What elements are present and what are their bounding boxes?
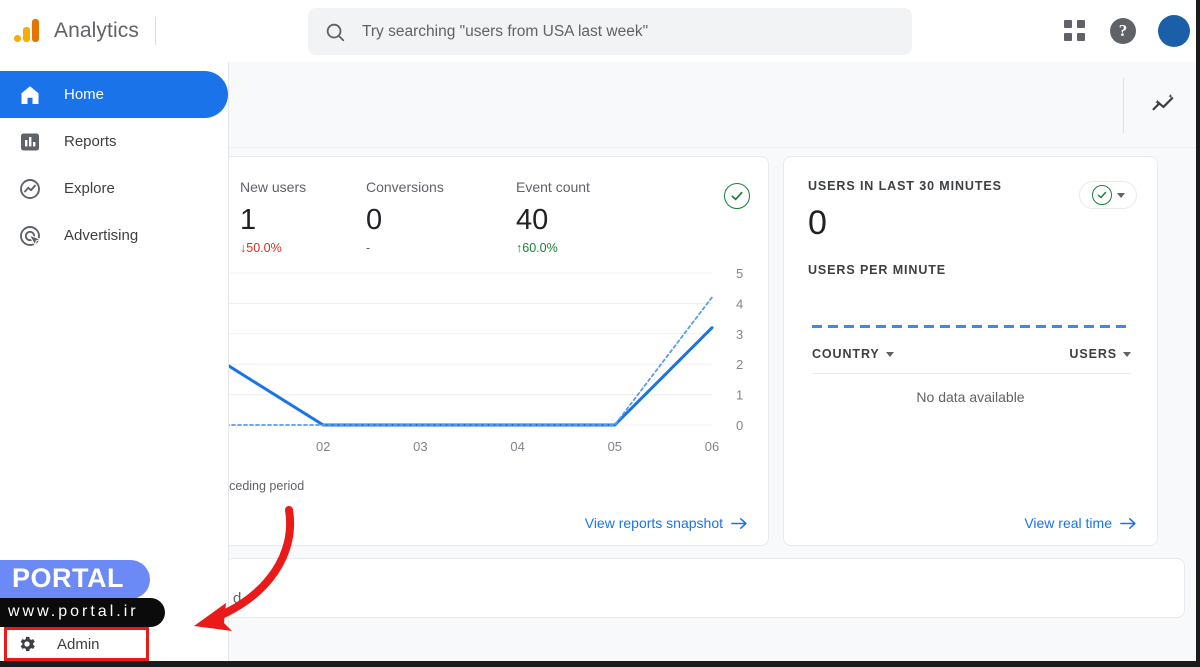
svg-text:3: 3 — [736, 327, 743, 342]
insights-sparkle-trend-icon[interactable] — [1150, 90, 1178, 118]
metric-event-count: Event count 40 ↑60.0% — [516, 179, 672, 255]
metric-conversions: Conversions 0 - — [366, 179, 516, 255]
apps-grid-icon[interactable] — [1064, 20, 1086, 42]
svg-text:06: 06 — [705, 439, 719, 454]
arrow-right-icon — [1120, 516, 1137, 531]
metric-new-users: New users 1 ↓50.0% — [229, 179, 366, 255]
analytics-bars-icon — [12, 16, 42, 46]
view-real-time-link[interactable]: View real time — [1024, 515, 1137, 531]
dashboard-cards-row: New users 1 ↓50.0% Conversions 0 - Event… — [229, 148, 1200, 546]
svg-text:03: 03 — [413, 439, 427, 454]
svg-text:0: 0 — [736, 418, 743, 433]
realtime-table-header: COUNTRY USERS — [812, 347, 1131, 374]
top-bar-actions: ? — [1064, 0, 1190, 62]
gear-icon — [17, 634, 37, 654]
chevron-down-icon — [1123, 352, 1131, 357]
sidebar-item-home[interactable]: Home — [0, 71, 228, 118]
screenshot-border-right — [1196, 0, 1200, 667]
chevron-down-icon — [1117, 193, 1125, 198]
link-label: View reports snapshot — [585, 515, 723, 531]
sidebar-item-label: Advertising — [64, 227, 138, 244]
lower-panel-text: d — [233, 590, 241, 607]
content-header — [229, 62, 1200, 148]
search-bar[interactable] — [308, 8, 912, 55]
watermark-url: www.portal.ir — [0, 598, 165, 627]
metric-value: 40 — [516, 203, 672, 237]
chart-legend: receding period — [229, 479, 768, 493]
brand-area[interactable]: Analytics — [0, 16, 139, 46]
column-header-country[interactable]: COUNTRY — [812, 347, 894, 361]
sidebar-item-explore[interactable]: Explore — [0, 165, 228, 212]
view-reports-snapshot-link[interactable]: View reports snapshot — [585, 515, 748, 531]
metric-value: 1 — [240, 203, 366, 237]
users-line-chart: 5 4 3 2 1 0 02 03 04 05 06 — [229, 267, 768, 467]
search-input[interactable] — [362, 23, 896, 41]
realtime-card: USERS IN LAST 30 MINUTES 0 USERS PER MIN… — [783, 156, 1158, 546]
reports-snapshot-card: New users 1 ↓50.0% Conversions 0 - Event… — [229, 156, 769, 546]
app-title: Analytics — [54, 19, 139, 43]
svg-text:04: 04 — [510, 439, 524, 454]
column-label: USERS — [1069, 347, 1117, 361]
screenshot-border-bottom — [0, 661, 1200, 667]
column-label: COUNTRY — [812, 347, 880, 361]
metric-value: 0 — [366, 203, 516, 237]
top-app-bar: Analytics ? — [0, 0, 1200, 62]
realtime-status-badge[interactable] — [1079, 181, 1137, 209]
link-label: View real time — [1024, 515, 1112, 531]
sidebar-item-label: Explore — [64, 180, 115, 197]
green-check-circle-icon — [1092, 185, 1112, 205]
sidebar-item-advertising[interactable]: Advertising — [0, 212, 228, 259]
watermark-brand: PORTAL — [0, 560, 150, 599]
metric-label: Event count — [516, 179, 672, 195]
svg-text:02: 02 — [316, 439, 330, 454]
lower-panel-card — [229, 558, 1185, 618]
admin-label: Admin — [57, 636, 100, 653]
title-divider — [155, 17, 156, 45]
metric-label: Conversions — [366, 179, 516, 195]
delta-value: 60.0% — [522, 241, 557, 255]
explore-trend-circle-icon — [18, 177, 42, 201]
sidebar-item-reports[interactable]: Reports — [0, 118, 228, 165]
svg-text:5: 5 — [736, 267, 743, 281]
metric-label: New users — [240, 179, 366, 195]
metric-strip: New users 1 ↓50.0% Conversions 0 - Event… — [229, 157, 768, 255]
green-check-circle-icon[interactable] — [724, 183, 750, 209]
svg-text:05: 05 — [608, 439, 622, 454]
empty-state-message: No data available — [784, 389, 1157, 405]
header-divider — [1123, 78, 1124, 133]
user-avatar[interactable] — [1158, 15, 1190, 47]
chevron-down-icon — [886, 352, 894, 357]
analytics-home-screen: Analytics ? Home — [0, 0, 1200, 667]
reports-bar-chart-icon — [18, 130, 42, 154]
home-icon — [18, 83, 42, 107]
sidebar-item-label: Home — [64, 86, 104, 103]
sidebar-item-admin[interactable]: Admin — [4, 627, 149, 661]
arrow-right-icon — [731, 516, 748, 531]
svg-text:4: 4 — [736, 296, 743, 311]
realtime-header: USERS IN LAST 30 MINUTES 0 USERS PER MIN… — [784, 157, 1157, 277]
users-per-minute-sparkline — [812, 325, 1131, 328]
realtime-subtitle: USERS PER MINUTE — [808, 263, 1135, 277]
delta-value: 50.0% — [246, 241, 281, 255]
metric-delta: - — [366, 241, 516, 255]
column-header-users[interactable]: USERS — [1069, 347, 1131, 361]
advertising-target-cursor-icon — [18, 224, 42, 248]
metric-delta: ↑60.0% — [516, 241, 672, 255]
metric-delta: ↓50.0% — [240, 241, 366, 255]
chart-canvas: 5 4 3 2 1 0 02 03 04 05 06 — [229, 267, 770, 467]
svg-text:2: 2 — [736, 357, 743, 372]
sidebar-item-label: Reports — [64, 133, 117, 150]
main-content: New users 1 ↓50.0% Conversions 0 - Event… — [229, 62, 1200, 667]
search-icon — [324, 21, 346, 43]
help-question-icon[interactable]: ? — [1110, 18, 1136, 44]
svg-text:1: 1 — [736, 388, 743, 403]
